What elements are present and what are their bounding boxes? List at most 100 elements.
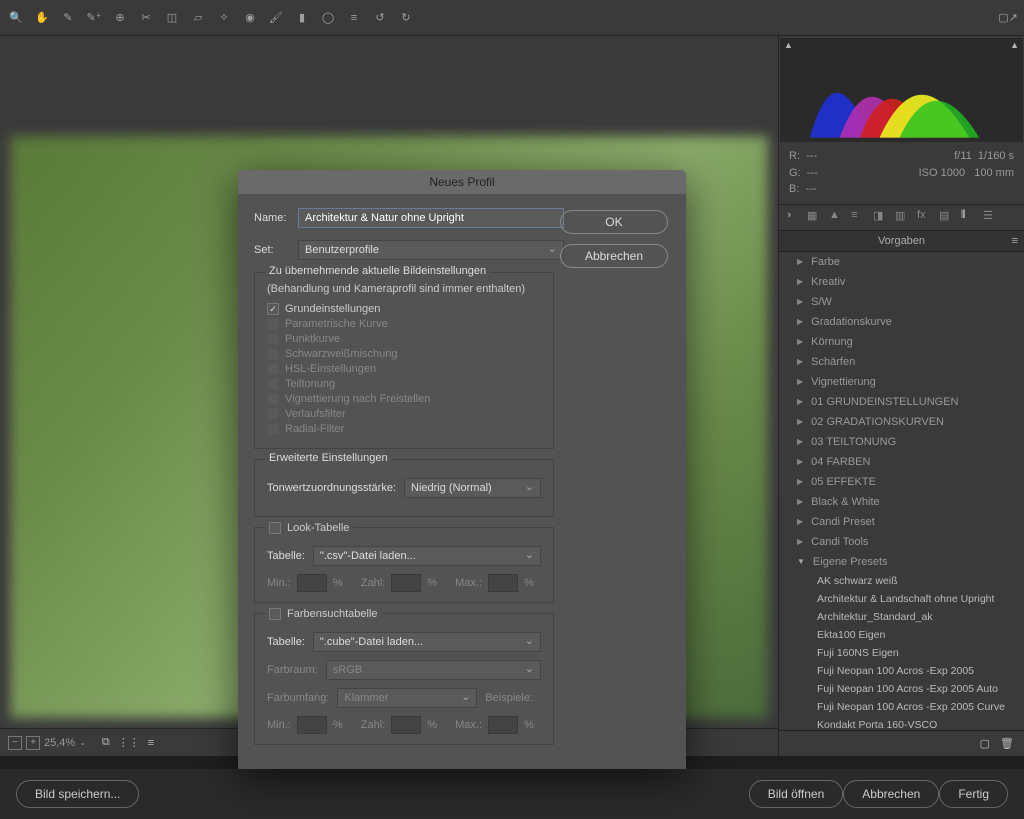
preset-folder[interactable]: ▶04 FARBEN — [779, 452, 1024, 472]
preset-item[interactable]: Fuji Neopan 100 Acros -Exp 2005 — [779, 662, 1024, 680]
option-check: Punktkurve — [267, 333, 541, 345]
color-count-input[interactable] — [391, 716, 421, 734]
preset-folder[interactable]: ▶02 GRADATIONSKURVEN — [779, 412, 1024, 432]
tab-lens-icon[interactable]: ▥ — [895, 209, 911, 225]
target-icon[interactable]: ⊕ — [112, 10, 128, 26]
gamut-label: Farbumfang: — [267, 692, 329, 704]
preset-item[interactable]: Fuji Neopan 100 Acros -Exp 2005 Curve — [779, 698, 1024, 716]
preset-folder[interactable]: ▶Black & White — [779, 492, 1024, 512]
cancel-button[interactable]: Abbrechen — [843, 780, 939, 808]
csv-select[interactable]: ".csv"-Datei laden... — [313, 546, 541, 566]
brush-icon[interactable]: 🖌 — [268, 10, 284, 26]
tab-presets-icon[interactable]: ⫴ — [961, 209, 977, 225]
rotate-ccw-icon[interactable]: ↺ — [372, 10, 388, 26]
look-table-check[interactable]: Look-Tabelle — [265, 522, 353, 534]
eyedropper-icon[interactable]: ✎ — [60, 10, 76, 26]
preset-item[interactable]: Fuji 160NS Eigen — [779, 644, 1024, 662]
tab-snapshots-icon[interactable]: ☰ — [983, 209, 999, 225]
panel-tabs: ◑ ▦ ▲ ≡ ◨ ▥ fx ▤ ⫴ ☰ — [779, 205, 1024, 231]
name-input[interactable] — [298, 208, 564, 228]
option-check: Vignettierung nach Freistellen — [267, 393, 541, 405]
zoom-in-icon[interactable]: + — [26, 736, 40, 750]
clip-shadow-icon[interactable]: ▲ — [784, 40, 793, 50]
look-count-input[interactable] — [391, 574, 421, 592]
tab-detail-icon[interactable]: ▲ — [829, 209, 845, 225]
metadata: R: --- G: --- B: --- f/11 1/160 s ISO 10… — [779, 142, 1024, 205]
clip-highlight-icon[interactable]: ▲ — [1010, 40, 1019, 50]
transform-icon[interactable]: ▱ — [190, 10, 206, 26]
tab-fx-icon[interactable]: fx — [917, 209, 933, 225]
bottom-bar: Bild speichern... Bild öffnen Abbrechen … — [0, 769, 1024, 819]
option-check: Parametrische Kurve — [267, 318, 541, 330]
tab-calib-icon[interactable]: ▤ — [939, 209, 955, 225]
zoom-value[interactable]: 25,4% — [44, 737, 75, 749]
preset-item[interactable]: Architektur_Standard_ak — [779, 608, 1024, 626]
set-select[interactable]: Benutzerprofile — [298, 240, 564, 260]
color-min-input[interactable] — [297, 716, 327, 734]
list-icon[interactable]: ≡ — [346, 10, 362, 26]
open-image-button[interactable]: Bild öffnen — [749, 780, 844, 808]
colorspace-select: sRGB — [326, 660, 541, 680]
histogram[interactable]: ▲ ▲ — [780, 38, 1023, 142]
preset-item[interactable]: Kondakt Porta 160-VSCO — [779, 716, 1024, 731]
preset-folder[interactable]: ▶Gradationskurve — [779, 312, 1024, 332]
preset-folder[interactable]: ▶Farbe — [779, 252, 1024, 272]
zoom-icon[interactable]: 🔍 — [8, 10, 24, 26]
spot-icon[interactable]: ✧ — [216, 10, 232, 26]
preset-item[interactable]: Fuji Neopan 100 Acros -Exp 2005 Auto — [779, 680, 1024, 698]
csv-table-label: Tabelle: — [267, 550, 305, 562]
group-advanced-title: Erweiterte Einstellungen — [265, 452, 392, 464]
preset-folder[interactable]: ▶S/W — [779, 292, 1024, 312]
colorlookup-check[interactable]: Farbensuchtabelle — [265, 608, 382, 620]
menu-icon[interactable]: ≡ — [148, 737, 154, 749]
look-min-input[interactable] — [297, 574, 327, 592]
redeye-icon[interactable]: ◉ — [242, 10, 258, 26]
tab-curve-icon[interactable]: ▦ — [807, 209, 823, 225]
dialog-cancel-button[interactable]: Abbrechen — [560, 244, 668, 268]
new-preset-icon[interactable]: ▢ — [980, 737, 990, 750]
zoom-out-icon[interactable]: − — [8, 736, 22, 750]
preset-folder[interactable]: ▶Kreativ — [779, 272, 1024, 292]
option-check[interactable]: Grundeinstellungen — [267, 303, 541, 315]
gamut-select: Klammer — [337, 688, 477, 708]
preset-item[interactable]: Architektur & Landschaft ohne Upright — [779, 590, 1024, 608]
radial-icon[interactable]: ◯ — [320, 10, 336, 26]
ok-button[interactable]: OK — [560, 210, 668, 234]
save-image-button[interactable]: Bild speichern... — [16, 780, 139, 808]
tab-hsl-icon[interactable]: ≡ — [851, 209, 867, 225]
color-sampler-icon[interactable]: ✎⁺ — [86, 10, 102, 26]
preset-folder[interactable]: ▶Vignettierung — [779, 372, 1024, 392]
preset-folder[interactable]: ▶Candi Tools — [779, 532, 1024, 552]
color-max-input[interactable] — [488, 716, 518, 734]
cube-select[interactable]: ".cube"-Datei laden... — [313, 632, 541, 652]
samples-label: Beispiele: — [485, 692, 533, 704]
preset-folder[interactable]: ▶01 GRUNDEINSTELLUNGEN — [779, 392, 1024, 412]
gradient-icon[interactable]: ▮ — [294, 10, 310, 26]
preset-folder[interactable]: ▶03 TEILTONUNG — [779, 432, 1024, 452]
preset-folder[interactable]: ▶Candi Preset — [779, 512, 1024, 532]
preset-item[interactable]: AK schwarz weiß — [779, 572, 1024, 590]
side-footer: ▢ 🗑 — [779, 730, 1024, 756]
delete-preset-icon[interactable]: 🗑 — [1000, 737, 1014, 750]
preset-item[interactable]: Ekta100 Eigen — [779, 626, 1024, 644]
preset-folder[interactable]: ▶05 EFFEKTE — [779, 472, 1024, 492]
hand-icon[interactable]: ✋ — [34, 10, 50, 26]
mark-icon[interactable]: ▢↗ — [1000, 10, 1016, 26]
preset-folder[interactable]: ▶Körnung — [779, 332, 1024, 352]
straighten-icon[interactable]: ◫ — [164, 10, 180, 26]
tab-basic-icon[interactable]: ◑ — [785, 209, 801, 225]
done-button[interactable]: Fertig — [939, 780, 1008, 808]
option-check: HSL-Einstellungen — [267, 363, 541, 375]
rotate-cw-icon[interactable]: ↻ — [398, 10, 414, 26]
preset-list[interactable]: ▶Farbe▶Kreativ▶S/W▶Gradationskurve▶Körnu… — [779, 252, 1024, 731]
cube-table-label: Tabelle: — [267, 636, 305, 648]
preset-folder-eigene[interactable]: ▼Eigene Presets — [779, 552, 1024, 572]
preset-folder[interactable]: ▶Schärfen — [779, 352, 1024, 372]
sliders-icon[interactable]: ⋮⋮ — [118, 736, 140, 749]
look-max-input[interactable] — [488, 574, 518, 592]
tab-split-icon[interactable]: ◨ — [873, 209, 889, 225]
tone-select[interactable]: Niedrig (Normal) — [404, 478, 541, 498]
crop-icon[interactable]: ✂ — [138, 10, 154, 26]
presets-menu-icon[interactable]: ≡ — [1012, 235, 1018, 247]
compare-icon[interactable]: ⧉ — [102, 736, 110, 749]
